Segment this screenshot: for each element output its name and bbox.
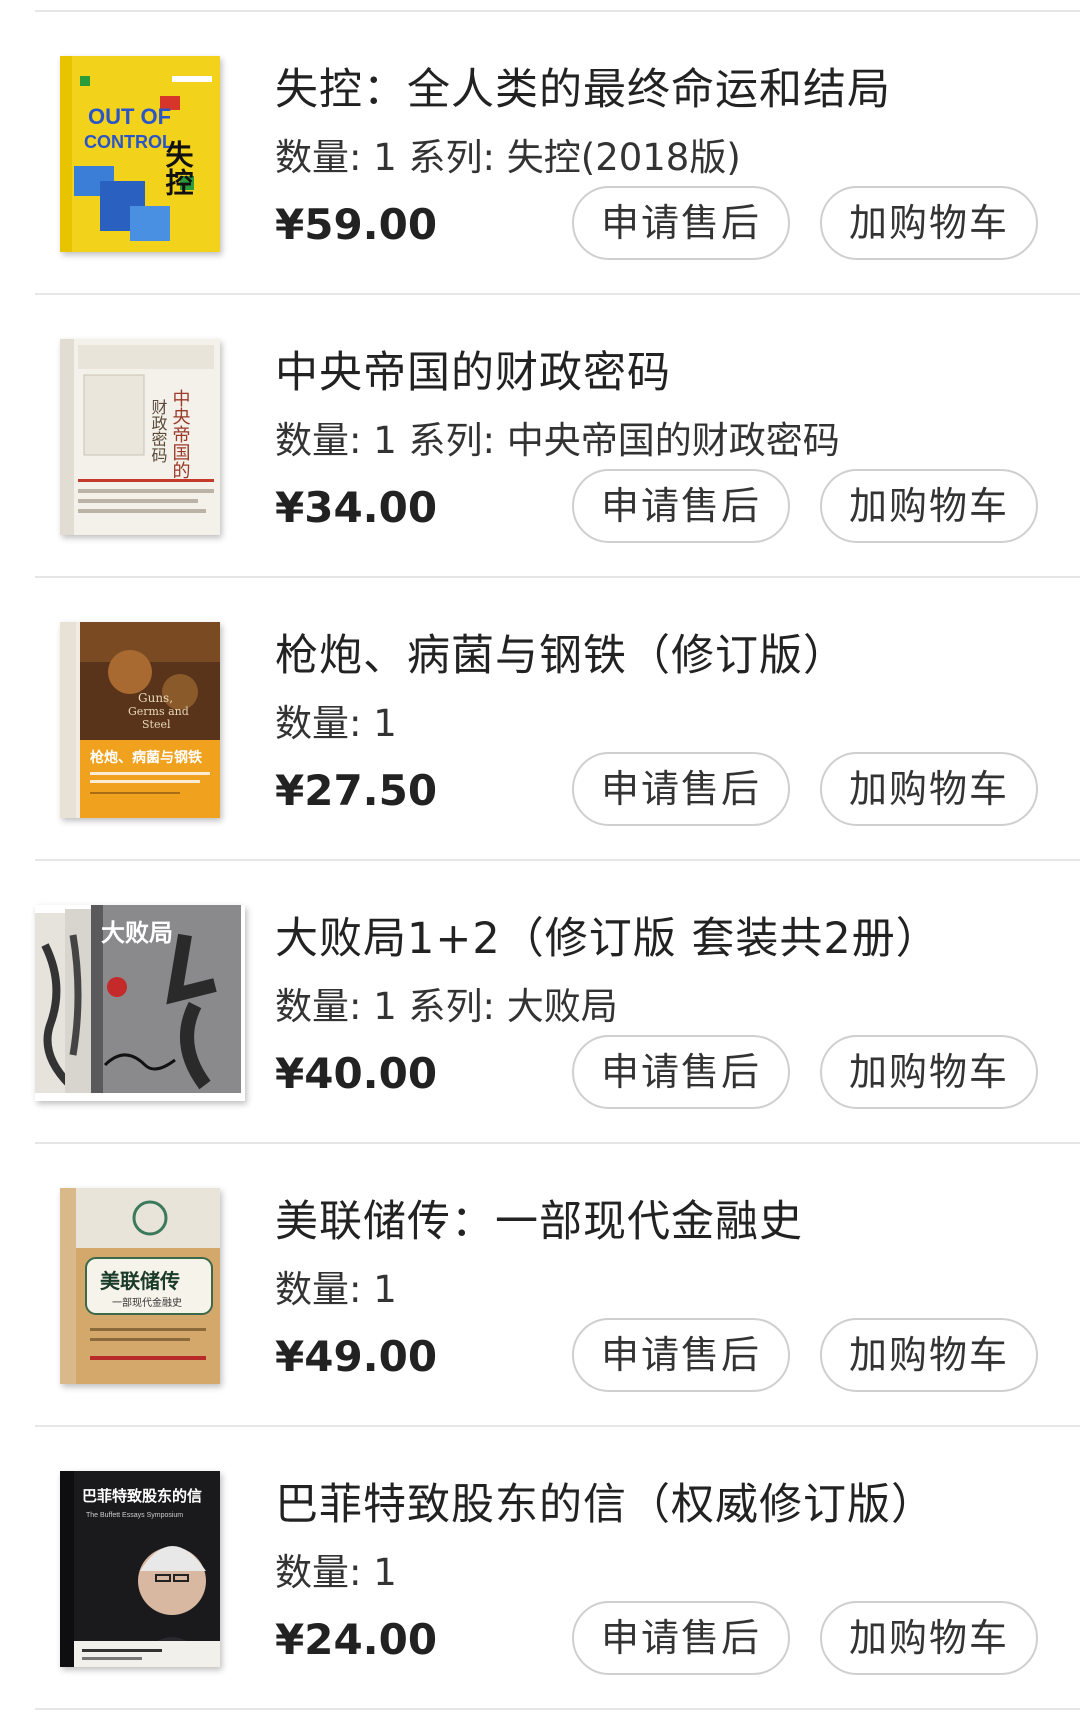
add-to-cart-button[interactable]: 加购物车 bbox=[820, 752, 1038, 826]
order-item: 美联储传 一部现代金融史 美联储传：一部现代金融史 数量: 1 ¥49.00 申… bbox=[0, 1144, 1080, 1427]
product-meta: 数量: 1 bbox=[275, 1551, 397, 1594]
apply-after-sale-button[interactable]: 申请售后 bbox=[572, 1601, 790, 1675]
book-cover[interactable]: Guns, Germs and Steel 枪炮、病菌与钢铁 bbox=[60, 622, 220, 818]
cover-title-en-3: Steel bbox=[142, 718, 171, 731]
cover-title-cn: 美联储传 bbox=[100, 1269, 180, 1293]
product-title[interactable]: 中央帝国的财政密码 bbox=[275, 345, 671, 401]
book-cover[interactable]: 巴菲特致股东的信 The Buffett Essays Symposium bbox=[60, 1471, 220, 1667]
product-price: ¥59.00 bbox=[275, 200, 438, 249]
cover-title-cn: 中央帝国的 bbox=[170, 389, 191, 480]
product-meta: 数量: 1 系列: 大败局 bbox=[275, 985, 618, 1028]
product-meta: 数量: 1 系列: 中央帝国的财政密码 bbox=[275, 419, 840, 462]
apply-after-sale-button[interactable]: 申请售后 bbox=[572, 1035, 790, 1109]
cover-title-en-2: CONTROL bbox=[84, 132, 173, 152]
product-title[interactable]: 失控：全人类的最终命运和结局 bbox=[275, 62, 891, 118]
cover-title-cn: 枪炮、病菌与钢铁 bbox=[90, 749, 202, 766]
cover-title-en: OUT OF bbox=[88, 104, 171, 129]
cover-subtitle-cn: 财政密码 bbox=[149, 399, 168, 464]
add-to-cart-button[interactable]: 加购物车 bbox=[820, 1601, 1038, 1675]
cover-subtitle-cn: 一部现代金融史 bbox=[112, 1296, 182, 1309]
cover-title-en: The Buffett Essays Symposium bbox=[86, 1512, 183, 1519]
apply-after-sale-button[interactable]: 申请售后 bbox=[572, 186, 790, 260]
product-price: ¥49.00 bbox=[275, 1332, 438, 1381]
product-price: ¥34.00 bbox=[275, 483, 438, 532]
cover-title-en: Guns, bbox=[138, 691, 173, 705]
order-item: Guns, Germs and Steel 枪炮、病菌与钢铁 枪炮、病菌与钢铁（… bbox=[0, 578, 1080, 861]
apply-after-sale-button[interactable]: 申请售后 bbox=[572, 469, 790, 543]
order-item: 巴菲特致股东的信 The Buffett Essays Symposium 巴菲… bbox=[0, 1427, 1080, 1710]
product-title[interactable]: 美联储传：一部现代金融史 bbox=[275, 1194, 803, 1250]
product-title[interactable]: 枪炮、病菌与钢铁（修订版） bbox=[275, 628, 847, 684]
product-price: ¥40.00 bbox=[275, 1049, 438, 1098]
product-meta: 数量: 1 bbox=[275, 1268, 397, 1311]
product-meta: 数量: 1 系列: 失控(2018版) bbox=[275, 136, 741, 179]
add-to-cart-button[interactable]: 加购物车 bbox=[820, 1318, 1038, 1392]
book-cover[interactable]: 美联储传 一部现代金融史 bbox=[60, 1188, 220, 1384]
book-cover[interactable]: 大败局 bbox=[35, 905, 245, 1101]
product-price: ¥24.00 bbox=[275, 1615, 438, 1664]
book-cover[interactable]: 中央帝国的 财政密码 bbox=[60, 339, 220, 535]
apply-after-sale-button[interactable]: 申请售后 bbox=[572, 1318, 790, 1392]
product-title[interactable]: 巴菲特致股东的信（权威修订版） bbox=[275, 1477, 935, 1533]
product-price: ¥27.50 bbox=[275, 766, 438, 815]
order-item-list: OUT OF CONTROL 失控 失控：全人类的最终命运和结局 数量: 1 系… bbox=[0, 0, 1080, 1732]
order-item: 大败局 大败局1+2（修订版 套装共2册） 数量: 1 系列: 大败局 ¥40.… bbox=[0, 861, 1080, 1144]
add-to-cart-button[interactable]: 加购物车 bbox=[820, 186, 1038, 260]
apply-after-sale-button[interactable]: 申请售后 bbox=[572, 752, 790, 826]
add-to-cart-button[interactable]: 加购物车 bbox=[820, 469, 1038, 543]
order-item: 中央帝国的 财政密码 中央帝国的财政密码 数量: 1 系列: 中央帝国的财政密码… bbox=[0, 295, 1080, 578]
cover-title-en-2: Germs and bbox=[128, 705, 189, 718]
cover-title-cn: 大败局 bbox=[101, 918, 173, 947]
cover-title-cn: 巴菲特致股东的信 bbox=[82, 1487, 202, 1505]
product-meta: 数量: 1 bbox=[275, 702, 397, 745]
item-divider bbox=[35, 1708, 1080, 1710]
add-to-cart-button[interactable]: 加购物车 bbox=[820, 1035, 1038, 1109]
product-title[interactable]: 大败局1+2（修订版 套装共2册） bbox=[275, 911, 940, 967]
order-item: OUT OF CONTROL 失控 失控：全人类的最终命运和结局 数量: 1 系… bbox=[0, 12, 1080, 295]
book-cover[interactable]: OUT OF CONTROL 失控 bbox=[60, 56, 220, 252]
cover-title-cn: 失控 bbox=[162, 140, 195, 196]
